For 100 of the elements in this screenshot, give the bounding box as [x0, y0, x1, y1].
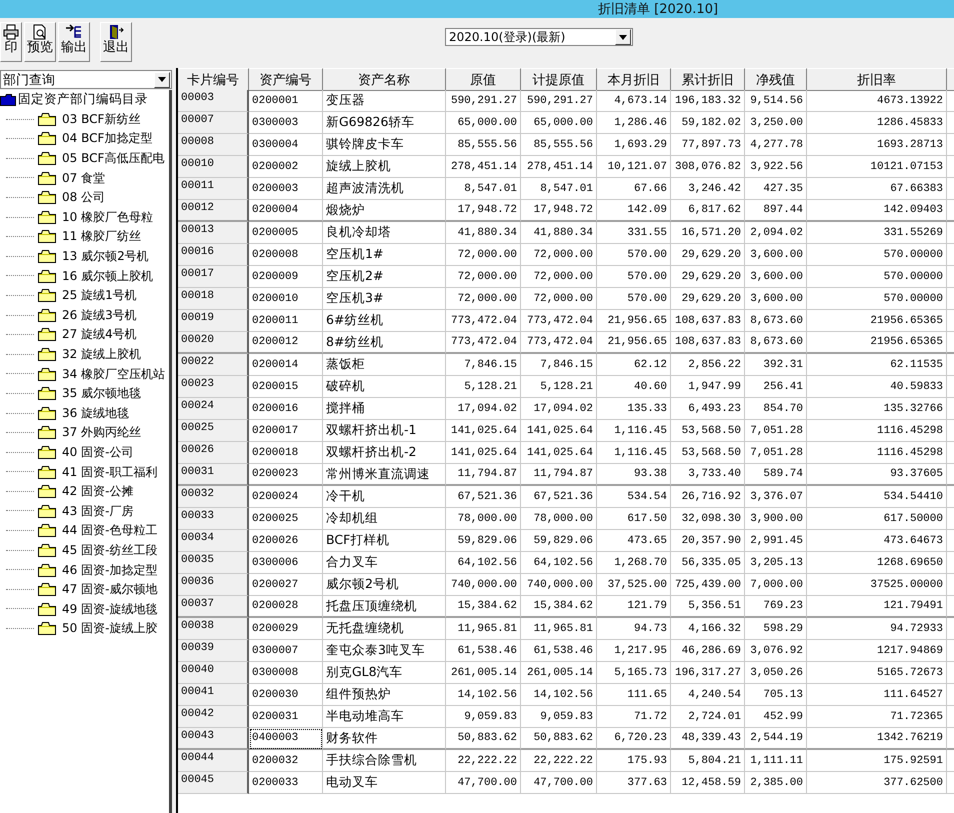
tree-item[interactable]: 07 食堂 [0, 168, 169, 188]
folder-icon [38, 622, 56, 636]
query-dropdown[interactable]: 部门查询 [0, 70, 172, 89]
column-header[interactable]: 累计折旧 [671, 68, 745, 91]
row-header[interactable]: 00039 [178, 640, 249, 662]
tree-item[interactable]: 47 固资-威尔顿地 [0, 580, 169, 600]
table-cell: 1116.45298 [807, 442, 947, 464]
tree-item[interactable]: 43 固资-厂房 [0, 501, 169, 522]
row-header[interactable]: 00003 [178, 90, 249, 112]
tree-item[interactable]: 26 旋绒3号机 [0, 306, 169, 326]
row-header[interactable]: 00012 [178, 200, 249, 222]
row-header[interactable]: 00020 [178, 332, 249, 354]
tree-item[interactable]: 37 外购丙纶丝 [0, 423, 169, 443]
column-header[interactable]: 资产编号 [249, 68, 323, 91]
tree-item[interactable]: 05 BCF高低压配电 [0, 148, 169, 168]
tree-item[interactable]: 27 旋绒4号机 [0, 325, 169, 345]
tree-item[interactable]: 40 固资-公司 [0, 442, 169, 462]
row-header[interactable]: 00038 [178, 618, 249, 640]
tree-item[interactable]: 36 旋绒地毯 [0, 404, 169, 424]
row-header[interactable]: 00036 [178, 574, 249, 596]
tree-item[interactable]: 41 固资-职工福利 [0, 462, 169, 482]
tree-item[interactable]: 10 橡胶厂色母粒 [0, 208, 169, 228]
table-cell: 9,059.83 [446, 706, 521, 728]
row-header[interactable]: 00008 [178, 134, 249, 156]
row-header[interactable]: 00022 [178, 354, 249, 376]
table-cell: 0200008 [249, 244, 323, 266]
tree-item[interactable]: 25 旋绒1号机 [0, 286, 169, 306]
table-cell: 773,472.04 [446, 310, 521, 332]
table-cell: 4,166.32 [671, 618, 745, 640]
tree-item[interactable]: 42 固资-公摊 [0, 482, 169, 502]
column-header[interactable]: 计提原值 [521, 68, 597, 91]
folder-icon [38, 406, 56, 420]
table-cell: 617.50 [597, 508, 671, 530]
tree-item[interactable]: 34 橡胶厂空压机站 [0, 364, 169, 384]
row-header[interactable]: 00016 [178, 244, 249, 266]
table-cell: 78,000.00 [521, 508, 597, 530]
table-cell: 15,384.62 [521, 596, 597, 618]
table-cell: 135.32766 [807, 398, 947, 420]
row-header[interactable]: 00024 [178, 398, 249, 420]
toolbar-button[interactable]: 输出 [58, 22, 90, 62]
row-header[interactable]: 00023 [178, 376, 249, 398]
row-header[interactable]: 00033 [178, 508, 249, 530]
folder-icon [38, 132, 56, 146]
folder-icon [38, 348, 56, 362]
table-cell: 10121.07153 [807, 156, 947, 178]
table-cell: 14,102.56 [521, 684, 597, 706]
tree-item[interactable]: 08 公司 [0, 188, 169, 208]
column-header[interactable]: 卡片编号 [178, 68, 249, 91]
folder-icon [38, 564, 56, 577]
row-header[interactable]: 00034 [178, 530, 249, 552]
row-header[interactable]: 00019 [178, 310, 249, 332]
tree-item[interactable]: 35 威尔顿地毯 [0, 384, 169, 404]
table-cell: 破碎机 [323, 376, 446, 398]
table-cell: 0300004 [249, 134, 323, 156]
column-header[interactable]: 资产名称 [323, 68, 446, 91]
table-cell: 搅拌桶 [323, 398, 446, 420]
row-header[interactable]: 00043 [178, 728, 249, 750]
row-header[interactable]: 00025 [178, 420, 249, 442]
tree-item[interactable]: 45 固资-纺丝工段 [0, 540, 169, 560]
table-cell: 冷干机 [323, 486, 446, 508]
row-header[interactable]: 00032 [178, 486, 249, 508]
toolbar-button[interactable]: 印 [0, 22, 22, 62]
tree-item[interactable]: 46 固资-加捻定型 [0, 560, 169, 580]
period-dropdown[interactable]: 2020.10(登录)(最新) [445, 28, 633, 46]
column-header[interactable]: 本月折旧 [597, 68, 671, 91]
tree-item[interactable]: 16 威尔顿上胶机 [0, 266, 169, 286]
row-header[interactable]: 00037 [178, 596, 249, 618]
table-cell: 590,291.27 [521, 90, 597, 112]
row-header[interactable]: 00040 [178, 662, 249, 684]
tree-item[interactable]: 固定资产部门编码目录 [0, 90, 169, 110]
row-header[interactable]: 00041 [178, 684, 249, 706]
row-header[interactable]: 00017 [178, 266, 249, 288]
row-header[interactable]: 00018 [178, 288, 249, 310]
row-header[interactable]: 00010 [178, 156, 249, 178]
row-header[interactable]: 00031 [178, 464, 249, 486]
row-header[interactable]: 00044 [178, 750, 249, 772]
toolbar-button[interactable]: 预览 [24, 22, 56, 62]
column-header[interactable]: 净残值 [745, 68, 807, 91]
table-cell: 67.66383 [807, 178, 947, 200]
printer-icon [3, 24, 19, 40]
row-header[interactable]: 00045 [178, 772, 249, 794]
tree-item[interactable]: 04 BCF加捻定型 [0, 129, 169, 149]
row-header[interactable]: 00042 [178, 706, 249, 728]
tree-item[interactable]: 13 威尔顿2号机 [0, 246, 169, 266]
row-header[interactable]: 00013 [178, 222, 249, 244]
folder-icon [38, 524, 56, 538]
tree-item[interactable]: 44 固资-色母粒工 [0, 521, 169, 541]
row-header[interactable]: 00007 [178, 112, 249, 134]
column-header[interactable]: 原值 [446, 68, 521, 91]
tree-item[interactable]: 03 BCF新纺丝 [0, 110, 169, 130]
column-header[interactable]: 折旧率 [807, 68, 947, 91]
row-header[interactable]: 00026 [178, 442, 249, 464]
row-header[interactable]: 00035 [178, 552, 249, 574]
table-cell: 37,525.00 [597, 574, 671, 596]
row-header[interactable]: 00011 [178, 178, 249, 200]
toolbar-button[interactable]: 退出 [100, 22, 132, 62]
tree-item[interactable]: 11 橡胶厂纺丝 [0, 227, 169, 247]
tree-item[interactable]: 50 固资-旋绒上胶 [0, 619, 169, 639]
tree-item[interactable]: 32 旋绒上胶机 [0, 344, 169, 364]
tree-item[interactable]: 49 固资-旋绒地毯 [0, 599, 169, 620]
